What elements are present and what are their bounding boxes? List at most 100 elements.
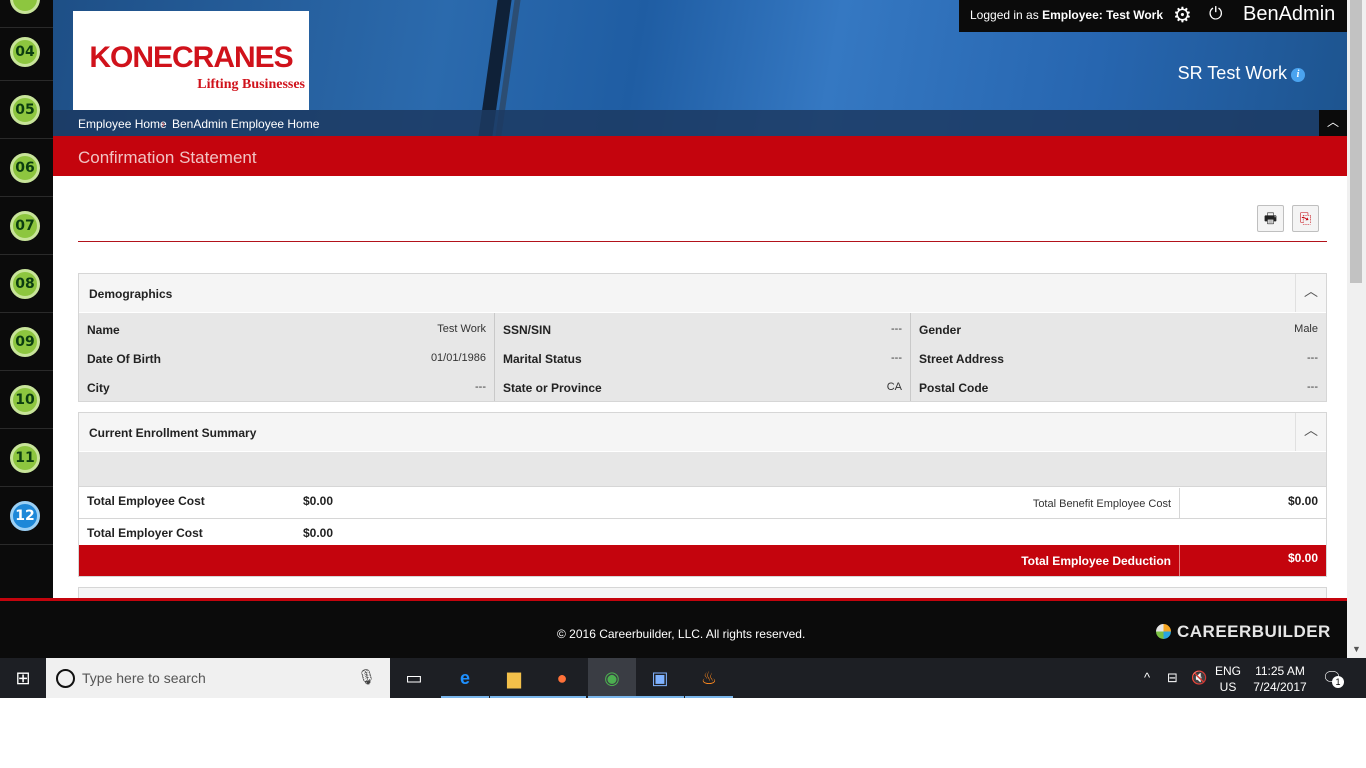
step-item[interactable]: 07 — [0, 197, 53, 255]
logged-in-user: Test Work — [1106, 8, 1164, 22]
main-content: 🖶 ⎘ Demographics ︿ Name Test Work Date Of… — [53, 176, 1347, 607]
step-number: 04 — [10, 37, 40, 67]
field-label: SSN/SIN — [503, 323, 552, 337]
enrollment-summary-header[interactable]: Current Enrollment Summary ︿ — [79, 413, 1326, 451]
user-bar: Logged in as Employee: Test Work ⚙ ⏻ Ben… — [959, 0, 1347, 32]
enrollment-summary-panel: Current Enrollment Summary ︿ Total Emplo… — [78, 412, 1327, 577]
step-item-active[interactable]: 12 — [0, 487, 53, 545]
edge-icon[interactable]: e — [441, 658, 489, 698]
enrollment-empty-row — [79, 452, 1326, 487]
copyright-text: © 2016 Careerbuilder, LLC. All rights re… — [557, 627, 806, 641]
power-icon[interactable]: ⏻ — [1209, 4, 1222, 24]
remote-desktop-icon[interactable]: ▣ — [636, 658, 684, 698]
column-divider — [1179, 545, 1180, 576]
field-row: SSN/SIN --- — [495, 323, 910, 343]
language-indicator[interactable]: ENG US — [1215, 663, 1241, 695]
logged-in-prefix: Logged in as — [970, 8, 1039, 22]
gear-icon[interactable]: ⚙ — [1173, 3, 1192, 28]
demographics-column: SSN/SIN --- Marital Status --- State or Pr… — [494, 313, 910, 401]
search-placeholder: Type here to search — [82, 670, 206, 686]
field-label: State or Province — [503, 381, 602, 395]
field-value: 01/01/1986 — [430, 352, 486, 364]
total-employer-cost-value: $0.00 — [303, 526, 334, 540]
field-label: Date Of Birth — [87, 352, 162, 366]
summary-row: Total Employer Cost $0.00 — [79, 520, 1326, 545]
file-explorer-icon[interactable]: ▆ — [490, 658, 538, 698]
column-divider — [1179, 488, 1180, 519]
info-icon[interactable]: i — [1291, 68, 1305, 82]
cortana-icon — [56, 669, 75, 688]
summary-row: Total Employee Cost $0.00 Total Benefit … — [79, 488, 1326, 519]
demographics-column: Gender Male Street Address --- Postal Code… — [910, 313, 1326, 401]
step-number: 05 — [10, 95, 40, 125]
step-number: 06 — [10, 153, 40, 183]
field-label: City — [87, 381, 110, 395]
step-item[interactable]: 10 — [0, 371, 53, 429]
logo-brand: KONECRANES — [89, 41, 293, 74]
chevron-up-icon[interactable]: ︿ — [1295, 413, 1326, 451]
demographics-panel: Demographics ︿ Name Test Work Date Of Bir… — [78, 273, 1327, 402]
field-label: Gender — [919, 323, 962, 337]
field-row: Gender Male — [911, 323, 1326, 343]
step-item[interactable]: 09 — [0, 313, 53, 371]
careerbuilder-logo: CAREERBUILDER — [1156, 622, 1331, 642]
chevron-up-icon[interactable]: ︿ — [1295, 274, 1326, 312]
site-footer: © 2016 Careerbuilder, LLC. All rights re… — [0, 601, 1347, 658]
print-button[interactable]: 🖶 — [1257, 205, 1284, 232]
field-row: State or Province CA — [495, 381, 910, 401]
windows-start-icon[interactable]: ⊞ — [0, 658, 46, 698]
page-scrollbar[interactable]: ▼ — [1347, 0, 1366, 658]
step-item[interactable]: 06 — [0, 139, 53, 197]
task-view-icon[interactable]: ▭ — [390, 658, 438, 698]
volume-muted-icon[interactable]: 🔇 — [1191, 670, 1207, 686]
step-number: 10 — [10, 385, 40, 415]
collapse-header-button[interactable]: ︿ — [1319, 110, 1347, 136]
step-number: 09 — [10, 327, 40, 357]
step-rail: 04 05 06 07 08 09 10 11 12 — [0, 0, 53, 600]
browser-viewport: 04 05 06 07 08 09 10 11 12 KONECRANES Li… — [0, 0, 1366, 658]
field-row: City --- — [79, 381, 494, 401]
clock-time: 11:25 AM — [1255, 664, 1305, 678]
divider — [78, 241, 1327, 242]
step-number: 11 — [10, 443, 40, 473]
taskbar-clock[interactable]: 11:25 AM 7/24/2017 — [1251, 663, 1309, 695]
chrome-icon[interactable]: ◉ — [588, 658, 636, 698]
total-deduction-value: $0.00 — [1287, 551, 1318, 565]
breadcrumb-employee-home[interactable]: Employee Home — [78, 117, 167, 131]
company-logo[interactable]: KONECRANES Lifting Businesses — [73, 11, 309, 110]
demographics-title: Demographics — [89, 287, 173, 301]
taskbar-search[interactable]: Type here to search 🎙 — [46, 658, 390, 698]
step-number: 12 — [10, 501, 40, 531]
demographics-column: Name Test Work Date Of Birth 01/01/1986 Ci… — [79, 313, 494, 401]
step-item[interactable]: 08 — [0, 255, 53, 313]
field-value: Test Work — [437, 323, 486, 335]
action-center-icon[interactable]: 🗨1 — [1322, 668, 1344, 688]
scrollbar-thumb[interactable] — [1350, 0, 1362, 283]
windows-taskbar: ⊞ Type here to search 🎙 ▭ e ▆ ● ◉ ▣ ♨ ^ … — [0, 658, 1366, 698]
step-item[interactable]: 11 — [0, 429, 53, 487]
demographics-header[interactable]: Demographics ︿ — [79, 274, 1326, 312]
flame-app-icon[interactable]: ♨ — [685, 658, 733, 698]
microphone-icon[interactable]: 🎙 — [357, 668, 376, 686]
firefox-icon[interactable]: ● — [538, 658, 586, 698]
notification-count: 1 — [1332, 676, 1344, 688]
step-item[interactable]: 05 — [0, 81, 53, 139]
breadcrumb-benadmin-home[interactable]: BenAdmin Employee Home — [172, 117, 319, 131]
logged-in-role: Employee: — [1042, 8, 1103, 22]
app-name: BenAdmin — [1243, 3, 1336, 25]
field-label: Postal Code — [919, 381, 989, 395]
export-pdf-button[interactable]: ⎘ — [1292, 205, 1319, 232]
chevron-up-icon[interactable]: ^ — [1144, 670, 1150, 685]
step-item[interactable]: 04 — [0, 23, 53, 81]
careerbuilder-wordmark: CAREERBUILDER — [1177, 622, 1331, 641]
site-header: KONECRANES Lifting Businesses Logged in … — [53, 0, 1347, 136]
field-value: --- — [891, 352, 902, 364]
field-row: Date Of Birth 01/01/1986 — [79, 352, 494, 372]
network-icon[interactable]: ⊟ — [1167, 670, 1178, 686]
field-label: Marital Status — [503, 352, 582, 366]
page-title: Confirmation Statement — [78, 148, 257, 167]
scroll-down-arrow-icon[interactable]: ▼ — [1352, 644, 1361, 654]
field-value: --- — [1307, 352, 1318, 364]
total-employee-cost-value: $0.00 — [303, 494, 334, 508]
field-value: --- — [475, 381, 486, 393]
